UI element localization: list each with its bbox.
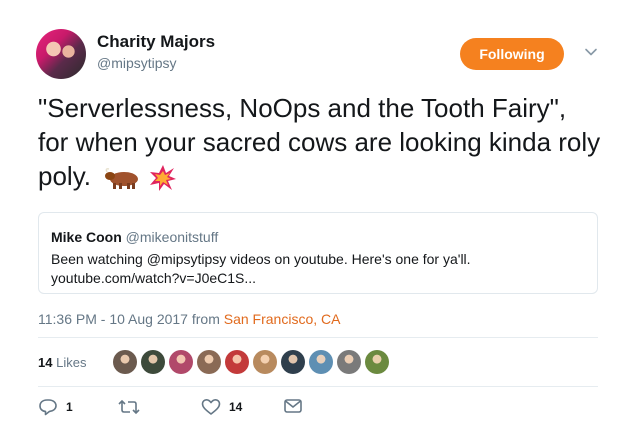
emoji-row [105, 164, 177, 192]
ox-emoji [105, 168, 138, 190]
divider-top [38, 337, 598, 338]
collision-emoji [150, 165, 176, 192]
reply-icon [39, 399, 57, 416]
retweet-icon [118, 399, 140, 415]
liker-avatar[interactable] [337, 350, 361, 374]
tweet-location[interactable]: San Francisco, CA [224, 311, 341, 327]
liker-avatar[interactable] [225, 350, 249, 374]
likes-count[interactable]: 14 Likes [38, 355, 86, 370]
liker-avatar[interactable] [253, 350, 277, 374]
author-display-name[interactable]: Charity Majors [97, 32, 215, 52]
quoted-tweet-header: Mike Coon @mikeonitstuff [51, 228, 585, 246]
liker-avatar[interactable] [309, 350, 333, 374]
likes-label: Likes [56, 355, 87, 370]
reply-count: 1 [66, 400, 73, 414]
quoted-tweet-handle: @mikeonitstuff [125, 229, 219, 245]
liker-avatar[interactable] [281, 350, 305, 374]
envelope-icon [284, 399, 302, 413]
quoted-tweet-name: Mike Coon [51, 229, 122, 245]
heart-icon [201, 399, 221, 415]
author-avatar[interactable] [36, 29, 86, 79]
liker-avatars [113, 350, 389, 374]
like-action[interactable]: 14 [201, 398, 242, 416]
like-count: 14 [229, 400, 243, 414]
liker-avatar[interactable] [141, 350, 165, 374]
tweet-time[interactable]: 11:36 PM - 10 Aug 2017 from [38, 311, 220, 327]
reply-action[interactable]: 1 [38, 398, 73, 416]
following-button[interactable]: Following [460, 38, 564, 70]
likes-number: 14 [38, 355, 53, 370]
liker-avatar[interactable] [197, 350, 221, 374]
liker-avatar[interactable] [169, 350, 193, 374]
author-handle[interactable]: @mipsytipsy [97, 55, 177, 71]
liker-avatar[interactable] [365, 350, 389, 374]
chevron-down-icon[interactable] [584, 45, 598, 59]
divider-bottom [38, 386, 598, 387]
tweet-text-block: "Serverlessness, NoOps and the Tooth Fai… [38, 91, 603, 193]
retweet-action[interactable] [118, 398, 148, 416]
tweet-timestamp: 11:36 PM - 10 Aug 2017 from San Francisc… [38, 311, 340, 327]
quoted-tweet-card[interactable]: Mike Coon @mikeonitstuff Been watching @… [38, 212, 598, 294]
liker-avatar[interactable] [113, 350, 137, 374]
direct-message-action[interactable] [283, 398, 303, 414]
action-bar: 1 14 [38, 398, 338, 422]
quoted-tweet-text: Been watching @mipsytipsy videos on yout… [51, 251, 471, 286]
